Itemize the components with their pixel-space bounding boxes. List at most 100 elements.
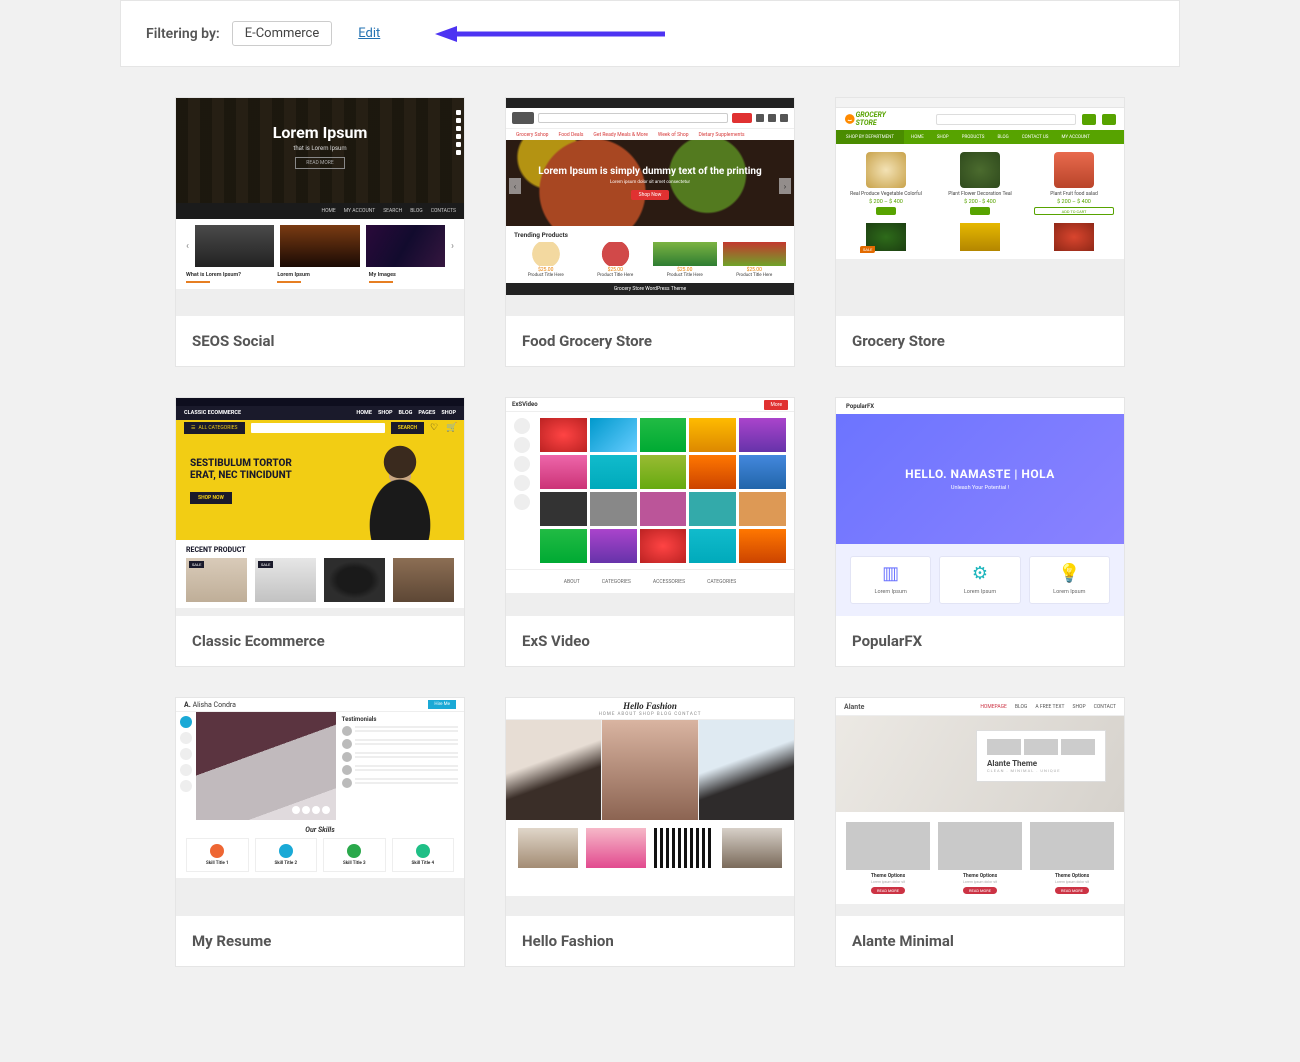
thumb-skill: Skill Title 1 xyxy=(189,861,246,866)
thumb-subheading: Lorem ipsum dolor sit amet consectetur xyxy=(610,180,690,185)
thumb-nav-item: A FREE TEXT xyxy=(1035,704,1064,710)
thumb-nav-item: SHOP xyxy=(931,135,955,140)
thumb-nav-item: SHOP xyxy=(1072,704,1085,710)
cart-icon: 🛒 xyxy=(446,423,456,433)
theme-title: ExS Video xyxy=(506,616,794,666)
cart-icon xyxy=(1102,114,1116,125)
thumb-nav-item: Dietary Supplements xyxy=(699,132,745,138)
theme-thumbnail: A. Alisha CondraHire Me Testimonials Our… xyxy=(176,698,464,916)
theme-card[interactable]: Alante HOMEPAGE BLOG A FREE TEXT SHOP CO… xyxy=(835,697,1125,967)
thumb-nav-item: CONTACT US xyxy=(1016,135,1055,140)
thumb-heading: Alante Theme xyxy=(987,759,1095,768)
thumb-section-title: RECENT PRODUCT xyxy=(186,546,454,554)
thumb-nav-item: Week of Shop xyxy=(658,132,689,138)
theme-thumbnail: CLASSIC ECOMMERCE HOME SHOP BLOG PAGES S… xyxy=(176,398,464,616)
thumb-nav-item: CONTACT xyxy=(1094,704,1116,710)
theme-card[interactable]: ExSVideoMore ABOUT CATEGORIES ACCESSORIE… xyxy=(505,397,795,667)
thumb-caption: Lorem Ipsum xyxy=(277,272,362,278)
theme-title: My Resume xyxy=(176,916,464,966)
heart-icon: ♡ xyxy=(430,423,440,433)
theme-card[interactable]: CLASSIC ECOMMERCE HOME SHOP BLOG PAGES S… xyxy=(175,397,465,667)
thumb-logo: PopularFX xyxy=(846,403,874,410)
thumb-card-label: Lorem Ipsum xyxy=(1034,589,1105,595)
gear-icon: ⚙ xyxy=(944,565,1015,583)
thumb-price: $ 200 - $ 400 xyxy=(940,199,1020,205)
thumb-logo: Hello Fashion xyxy=(506,701,794,711)
thumb-logo: CLASSIC ECOMMERCE xyxy=(184,410,241,416)
thumb-logo: Alante xyxy=(844,703,864,711)
thumb-nav-item: Food Deals xyxy=(558,132,583,138)
thumb-button: READ MORE xyxy=(295,157,345,169)
thumb-nav-item: Grocery Sshop xyxy=(516,132,548,138)
thumb-button: READ MORE xyxy=(963,887,997,894)
thumb-button: More xyxy=(764,400,788,410)
filter-edit-link[interactable]: Edit xyxy=(358,26,380,41)
thumb-footer: Grocery Store WordPress Theme xyxy=(506,283,794,295)
thumb-nav-item: BLOG xyxy=(991,135,1014,140)
filter-tag[interactable]: E-Commerce xyxy=(232,21,333,46)
thumb-card-label: Lorem Ipsum xyxy=(855,589,926,595)
thumb-product-name: Product Title Here xyxy=(584,273,648,278)
thumb-nav-item: MY ACCOUNT xyxy=(344,208,375,214)
thumb-product-name: Product Title Here xyxy=(514,273,578,278)
thumb-footer-item: ACCESSORIES xyxy=(653,579,685,585)
chevron-left-icon: ‹ xyxy=(186,241,189,252)
theme-card[interactable]: Hello Fashion HOME ABOUT SHOP BLOG CONTA… xyxy=(505,697,795,967)
thumb-button: READ MORE xyxy=(871,887,905,894)
thumb-badge: SALE xyxy=(258,561,273,568)
thumb-nav-item: SHOP xyxy=(378,410,393,416)
thumb-skill: Skill Title 3 xyxy=(326,861,383,866)
theme-card[interactable]: Grocery Sshop Food Deals Get Ready Meals… xyxy=(505,97,795,367)
thumb-price: $ 200 – $ 400 xyxy=(846,199,926,205)
thumb-nav-item: BLOG xyxy=(410,208,423,214)
theme-card[interactable]: A. Alisha CondraHire Me Testimonials Our… xyxy=(175,697,465,967)
thumb-caption: My Images xyxy=(369,272,454,278)
thumb-section-title: Testimonials xyxy=(342,716,458,723)
thumb-button: SHOP NOW xyxy=(190,492,232,504)
theme-title: Alante Minimal xyxy=(836,916,1124,966)
thumb-card-label: Lorem Ipsum xyxy=(944,589,1015,595)
thumb-button: SEARCH xyxy=(391,422,424,434)
thumb-nav-item: PRODUCTS xyxy=(956,135,991,140)
theme-title: Classic Ecommerce xyxy=(176,616,464,666)
theme-thumbnail: PopularFX HELLO. NAMASTE | HOLA Unleash … xyxy=(836,398,1124,616)
thumb-footer-item: CATEGORIES xyxy=(602,579,631,585)
thumb-logo: A. xyxy=(184,701,191,709)
theme-thumbnail: ExSVideoMore ABOUT CATEGORIES ACCESSORIE… xyxy=(506,398,794,616)
thumb-product-name: Product Title Here xyxy=(723,273,787,278)
chart-icon: ▥ xyxy=(855,565,926,583)
thumb-button: ADD TO CART xyxy=(1034,207,1114,215)
theme-title: Hello Fashion xyxy=(506,916,794,966)
thumb-nav-item: PAGES xyxy=(418,410,435,416)
theme-card[interactable]: Lorem Ipsum that is Lorem Ipsum READ MOR… xyxy=(175,97,465,367)
thumb-subheading: Unleash Your Potential ! xyxy=(951,485,1009,491)
theme-title: Food Grocery Store xyxy=(506,316,794,366)
thumb-product-name: Product Title Here xyxy=(653,273,717,278)
annotation-arrow xyxy=(435,25,665,45)
thumb-footer-item: ABOUT xyxy=(564,579,580,585)
thumb-nav: HOME ABOUT SHOP BLOG CONTACT xyxy=(506,712,794,717)
theme-title: Grocery Store xyxy=(836,316,1124,366)
thumb-nav-item: BLOG xyxy=(399,410,413,416)
chevron-right-icon: › xyxy=(451,241,454,252)
thumb-product-name: Plant Fruit food salad xyxy=(1034,191,1114,197)
thumb-price: $ 200 – $ 400 xyxy=(1034,199,1114,205)
thumb-nav-item: HOMEPAGE xyxy=(980,704,1007,710)
theme-card[interactable]: GROCERY STORE SHOP BY DEPARTMENT HOME SH… xyxy=(835,97,1125,367)
thumb-card-title: Theme Options xyxy=(846,873,930,879)
thumb-nav-item: MY ACCOUNT xyxy=(1055,135,1095,140)
theme-thumbnail: Alante HOMEPAGE BLOG A FREE TEXT SHOP CO… xyxy=(836,698,1124,916)
theme-card[interactable]: PopularFX HELLO. NAMASTE | HOLA Unleash … xyxy=(835,397,1125,667)
thumb-nav-item: HOME xyxy=(905,135,930,140)
thumb-nav-item: HOME xyxy=(356,410,372,416)
theme-title: PopularFX xyxy=(836,616,1124,666)
thumb-button: Shop Now xyxy=(631,190,670,200)
thumb-caption: What is Lorem Ipsum? xyxy=(186,272,271,278)
filter-bar: Filtering by: E-Commerce Edit xyxy=(120,0,1180,67)
thumb-nav-item: Get Ready Meals & More xyxy=(593,132,647,138)
theme-thumbnail: GROCERY STORE SHOP BY DEPARTMENT HOME SH… xyxy=(836,98,1124,316)
thumb-section-title: Our Skills xyxy=(186,826,454,834)
thumb-section-title: Trending Products xyxy=(514,231,786,239)
themes-grid: Lorem Ipsum that is Lorem Ipsum READ MOR… xyxy=(20,97,1280,967)
thumb-nav-item: SHOP BY DEPARTMENT xyxy=(836,130,904,144)
